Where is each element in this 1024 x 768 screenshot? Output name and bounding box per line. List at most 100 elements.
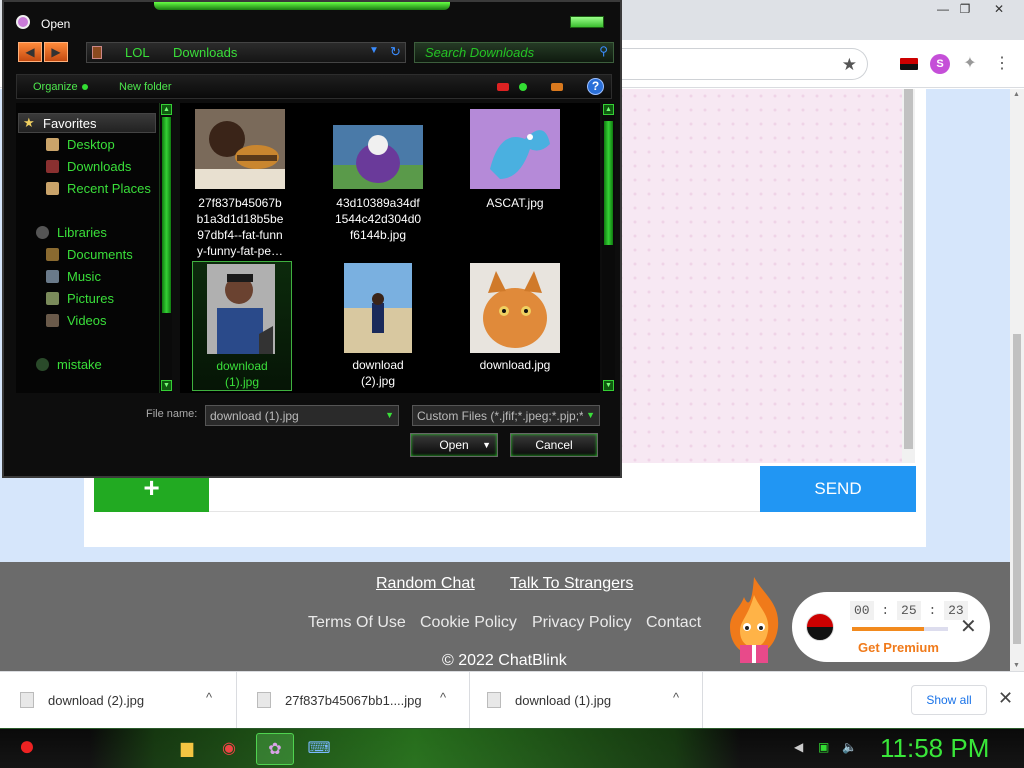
chevron-down-icon[interactable]: ▼ xyxy=(583,410,595,420)
address-bar[interactable]: ★ xyxy=(620,48,868,80)
chat-scrollbar[interactable] xyxy=(902,89,915,463)
files-scroll-thumb[interactable] xyxy=(604,121,613,245)
search-placeholder: Search Downloads xyxy=(425,45,535,60)
cookie-policy-link[interactable]: Cookie Policy xyxy=(420,614,517,632)
view-icon[interactable] xyxy=(497,83,509,91)
star-icon: ★ xyxy=(23,115,35,130)
nav-scroll-thumb[interactable] xyxy=(162,117,171,313)
file-name-input[interactable]: download (1).jpg ▼ xyxy=(205,405,399,426)
talk-to-strangers-link[interactable]: Talk To Strangers xyxy=(510,575,633,593)
chat-messages-area xyxy=(600,89,902,463)
close-window-button[interactable]: ✕ xyxy=(984,0,1014,18)
file-label: 27f837b45067b b1a3d1d18b5be 97dbf4--fat-… xyxy=(190,195,290,259)
close-downloads-icon[interactable]: ✕ xyxy=(998,688,1013,709)
download-item[interactable]: download (1).jpg ^ xyxy=(467,672,703,729)
flag-angola-icon[interactable] xyxy=(900,58,918,70)
breadcrumb-downloads[interactable]: Downloads xyxy=(173,45,237,60)
restore-button[interactable]: ❐ xyxy=(950,0,980,18)
files-scrollbar[interactable]: ▲ ▼ xyxy=(602,103,615,393)
organize-menu[interactable]: Organize xyxy=(33,81,88,93)
chevron-down-icon[interactable]: ▼ xyxy=(482,434,491,456)
terms-link[interactable]: Terms Of Use xyxy=(308,614,406,632)
dialog-close-button[interactable] xyxy=(570,16,604,28)
bookmark-star-icon[interactable]: ★ xyxy=(842,55,857,75)
forward-arrow-icon[interactable]: ▶ xyxy=(44,42,68,62)
timer-minutes: 00 xyxy=(850,601,874,620)
nav-mistake[interactable]: mistake xyxy=(36,357,102,372)
get-premium-link[interactable]: Get Premium xyxy=(858,640,939,655)
file-type-select[interactable]: Custom Files (*.jfif;*.jpeg;*.pjp;* ▼ xyxy=(412,405,600,426)
nav-pictures[interactable]: Pictures xyxy=(46,291,114,306)
tray-volume-icon[interactable]: 🔈 xyxy=(842,740,857,754)
file-tile-selected[interactable]: download (1).jpg xyxy=(192,261,292,391)
chevron-down-icon[interactable]: ▼ xyxy=(369,45,379,56)
chrome-icon[interactable]: ◉ xyxy=(210,733,248,765)
contact-link[interactable]: Contact xyxy=(646,614,701,632)
nav-desktop[interactable]: Desktop xyxy=(46,137,115,152)
help-icon[interactable]: ? xyxy=(587,78,604,95)
chevron-up-icon[interactable]: ^ xyxy=(673,690,679,705)
chat-scroll-thumb[interactable] xyxy=(904,89,913,449)
favorites-header[interactable]: ★ Favorites xyxy=(18,113,156,133)
random-chat-link[interactable]: Random Chat xyxy=(376,575,475,593)
nav-videos[interactable]: Videos xyxy=(46,313,107,328)
cancel-button[interactable]: Cancel xyxy=(510,433,598,457)
scroll-down-icon[interactable]: ▼ xyxy=(161,380,172,391)
search-input[interactable]: Search Downloads ⚲ xyxy=(414,42,614,63)
view-dropdown-icon[interactable] xyxy=(519,83,527,91)
open-dialog-app-icon[interactable]: ✿ xyxy=(256,733,294,765)
new-folder-button[interactable]: New folder xyxy=(119,81,172,93)
libraries-icon xyxy=(36,226,49,239)
nav-music[interactable]: Music xyxy=(46,269,101,284)
file-label-line: 27f837b45067b xyxy=(198,196,282,210)
page-scroll-thumb[interactable] xyxy=(1013,334,1021,644)
file-thumbnail xyxy=(344,263,412,353)
dialog-title: Open xyxy=(41,17,71,31)
back-arrow-icon[interactable]: ◀ xyxy=(18,42,42,62)
file-tile[interactable]: download (2).jpg xyxy=(328,261,428,391)
download-item[interactable]: 27f837b45067bb1....jpg ^ xyxy=(237,672,470,729)
file-tile[interactable]: download.jpg xyxy=(465,261,565,391)
privacy-policy-link[interactable]: Privacy Policy xyxy=(532,614,632,632)
taskbar-clock[interactable]: 11:58 PM xyxy=(880,733,989,764)
send-button[interactable]: SEND xyxy=(760,466,916,512)
puzzle-icon[interactable]: ✦ xyxy=(960,54,980,74)
nav-libraries[interactable]: Libraries xyxy=(36,225,107,240)
taskbar: ● ▆ ◉ ✿ ⌨ ◀ ▣ 🔈 11:58 PM xyxy=(0,728,1024,768)
scroll-up-icon[interactable]: ▲ xyxy=(161,104,172,115)
nav-documents[interactable]: Documents xyxy=(46,247,133,262)
address-path-bar[interactable]: LOL Downloads ▼ ↻ xyxy=(86,42,406,63)
scroll-down-icon[interactable]: ▼ xyxy=(603,380,614,391)
download-item[interactable]: download (2).jpg ^ xyxy=(0,672,237,729)
scroll-down-icon[interactable]: ▼ xyxy=(1013,662,1020,669)
file-label-line: download xyxy=(216,359,268,373)
nav-scrollbar[interactable]: ▲ ▼ xyxy=(159,103,172,393)
search-icon[interactable]: ⚲ xyxy=(599,44,608,58)
file-tile[interactable]: ASCAT.jpg xyxy=(465,107,565,259)
nav-downloads[interactable]: Downloads xyxy=(46,159,131,174)
tray-arrow-icon[interactable]: ◀ xyxy=(794,740,803,754)
chevron-down-icon[interactable]: ▼ xyxy=(385,410,394,420)
chevron-up-icon[interactable]: ^ xyxy=(440,690,446,705)
chevron-up-icon[interactable]: ^ xyxy=(206,690,212,705)
scroll-up-icon[interactable]: ▲ xyxy=(1013,91,1020,98)
file-tile[interactable]: 43d10389a34df 1544c42d304d0 f6144b.jpg xyxy=(328,107,428,259)
page-scrollbar[interactable]: ▲ ▼ xyxy=(1010,89,1024,671)
nav-recent-places[interactable]: Recent Places xyxy=(46,181,151,196)
refresh-icon[interactable]: ↻ xyxy=(390,44,401,60)
s-extension-icon[interactable]: S xyxy=(930,54,950,74)
show-all-button[interactable]: Show all xyxy=(911,685,987,715)
breadcrumb-lol[interactable]: LOL xyxy=(125,45,150,60)
menu-icon[interactable]: ⋮ xyxy=(992,54,1012,74)
close-premium-icon[interactable]: ✕ xyxy=(960,614,977,639)
file-label: download.jpg xyxy=(465,357,565,373)
preview-pane-icon[interactable] xyxy=(551,83,563,91)
file-explorer-icon[interactable]: ▆ xyxy=(168,733,206,765)
nav-desktop-label: Desktop xyxy=(67,137,115,152)
scroll-up-icon[interactable]: ▲ xyxy=(603,104,614,115)
tray-network-icon[interactable]: ▣ xyxy=(818,740,829,754)
open-button[interactable]: Open ▼ xyxy=(410,433,498,457)
file-tile[interactable]: 27f837b45067b b1a3d1d18b5be 97dbf4--fat-… xyxy=(190,107,290,259)
start-button-angry-bird-icon[interactable]: ● xyxy=(6,730,48,768)
keyboard-icon[interactable]: ⌨ xyxy=(300,733,338,765)
